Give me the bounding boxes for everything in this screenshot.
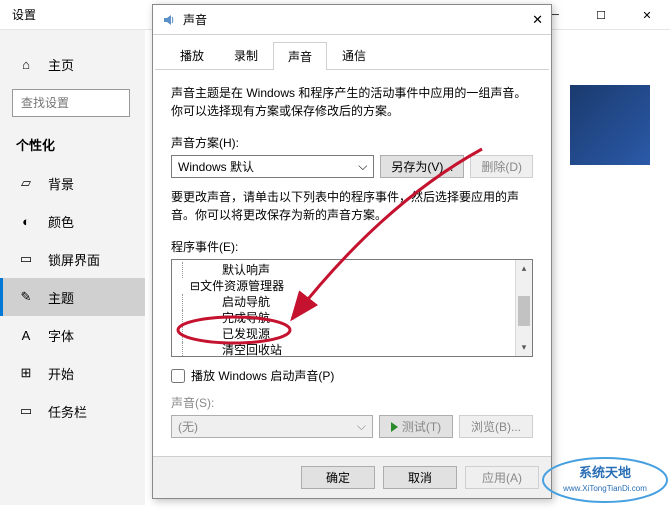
sound-value: (无) bbox=[178, 418, 198, 435]
save-as-button[interactable]: 另存为(V)... bbox=[380, 155, 464, 178]
settings-title: 设置 bbox=[12, 6, 36, 23]
tree-node-empty-recycle-bin: 清空回收站 bbox=[176, 342, 528, 357]
sidebar-item-fonts[interactable]: A 字体 bbox=[0, 316, 145, 354]
chevron-down-icon: ⌵ bbox=[357, 419, 366, 434]
startup-sound-row: 播放 Windows 启动声音(P) bbox=[171, 367, 533, 384]
sidebar-item-label: 任务栏 bbox=[48, 402, 87, 421]
tab-recording[interactable]: 录制 bbox=[219, 41, 273, 69]
sidebar-item-label: 字体 bbox=[48, 326, 74, 345]
events-label: 程序事件(E): bbox=[171, 238, 533, 255]
window-controls: ─ ☐ ✕ bbox=[532, 0, 670, 30]
sidebar-item-start[interactable]: ⊞ 开始 bbox=[0, 354, 145, 392]
sidebar-item-lockscreen[interactable]: ▭ 锁屏界面 bbox=[0, 240, 145, 278]
delete-button: 删除(D) bbox=[470, 155, 533, 178]
play-icon bbox=[391, 422, 398, 432]
sidebar-item-label: 主题 bbox=[48, 288, 74, 307]
theme-icon: ✎ bbox=[16, 289, 36, 305]
tab-playback[interactable]: 播放 bbox=[165, 41, 219, 69]
scrollbar[interactable]: ▴ ▾ bbox=[515, 260, 532, 356]
taskbar-icon: ▭ bbox=[16, 403, 36, 419]
sidebar-item-background[interactable]: ▱ 背景 bbox=[0, 164, 145, 202]
dialog-titlebar: 声音 ✕ bbox=[153, 5, 551, 35]
tab-communications[interactable]: 通信 bbox=[327, 41, 381, 69]
program-events-tree[interactable]: 默认响声 ⊟ 文件资源管理器 启动导航 完成导航 已发现源 清空回收站 移到画面… bbox=[171, 259, 533, 357]
dialog-title: 声音 bbox=[183, 11, 513, 28]
scroll-up-icon[interactable]: ▴ bbox=[516, 260, 532, 277]
scheme-description: 声音主题是在 Windows 和程序产生的活动事件中应用的一组声音。你可以选择现… bbox=[171, 84, 533, 120]
sound-dialog: 声音 ✕ 播放 录制 声音 通信 声音主题是在 Windows 和程序产生的活动… bbox=[152, 4, 552, 499]
tab-sounds[interactable]: 声音 bbox=[273, 42, 327, 70]
start-icon: ⊞ bbox=[16, 365, 36, 381]
watermark: 系统天地 www.XiTongTianDi.com bbox=[540, 455, 670, 505]
dialog-close-button[interactable]: ✕ bbox=[513, 12, 543, 28]
sidebar-search bbox=[12, 89, 133, 117]
svg-text:系统天地: 系统天地 bbox=[579, 465, 631, 480]
sidebar: ⌂ 主页 个性化 ▱ 背景 ◐ 颜色 ▭ 锁屏界面 ✎ 主题 A 字体 ⊞ bbox=[0, 30, 145, 505]
sidebar-section-label: 个性化 bbox=[0, 135, 145, 154]
palette-icon: ◐ bbox=[16, 214, 36, 229]
cancel-button[interactable]: 取消 bbox=[383, 466, 457, 489]
sound-label: 声音(S): bbox=[171, 394, 533, 411]
tree-node: 完成导航 bbox=[176, 310, 528, 326]
sidebar-item-label: 主页 bbox=[48, 55, 74, 74]
sidebar-item-label: 锁屏界面 bbox=[48, 250, 100, 269]
scheme-value: Windows 默认 bbox=[178, 158, 254, 175]
ok-button[interactable]: 确定 bbox=[301, 466, 375, 489]
tree-node: 启动导航 bbox=[176, 294, 528, 310]
events-description: 要更改声音，请单击以下列表中的程序事件，然后选择要应用的声音。你可以将更改保存为… bbox=[171, 188, 533, 224]
sidebar-item-themes[interactable]: ✎ 主题 bbox=[0, 278, 145, 316]
scheme-label: 声音方案(H): bbox=[171, 134, 533, 151]
tree-node: ⊟ 文件资源管理器 bbox=[176, 278, 528, 294]
lock-screen-icon: ▭ bbox=[16, 251, 36, 267]
tree-node: 已发现源 bbox=[176, 326, 528, 342]
picture-icon: ▱ bbox=[16, 175, 36, 191]
collapse-icon[interactable]: ⊟ bbox=[190, 278, 200, 294]
browse-button: 浏览(B)... bbox=[459, 415, 533, 438]
search-input[interactable] bbox=[12, 89, 130, 117]
sidebar-item-colors[interactable]: ◐ 颜色 bbox=[0, 202, 145, 240]
sidebar-item-home[interactable]: ⌂ 主页 bbox=[0, 45, 145, 83]
tree-node: 默认响声 bbox=[176, 262, 528, 278]
desktop-preview bbox=[570, 85, 650, 165]
home-icon: ⌂ bbox=[16, 57, 36, 72]
scroll-thumb[interactable] bbox=[518, 296, 530, 326]
scheme-select[interactable]: Windows 默认 ⌵ bbox=[171, 155, 374, 178]
speaker-icon bbox=[161, 12, 177, 28]
chevron-down-icon: ⌵ bbox=[358, 159, 367, 174]
sidebar-item-taskbar[interactable]: ▭ 任务栏 bbox=[0, 392, 145, 430]
dialog-body: 声音主题是在 Windows 和程序产生的活动事件中应用的一组声音。你可以选择现… bbox=[153, 70, 551, 446]
dialog-footer: 确定 取消 应用(A) bbox=[153, 456, 551, 498]
sidebar-item-label: 背景 bbox=[48, 174, 74, 193]
maximize-button[interactable]: ☐ bbox=[578, 0, 624, 30]
dialog-tabs: 播放 录制 声音 通信 bbox=[155, 35, 549, 70]
close-button[interactable]: ✕ bbox=[624, 0, 670, 30]
scroll-down-icon[interactable]: ▾ bbox=[516, 339, 532, 356]
sidebar-item-label: 颜色 bbox=[48, 212, 74, 231]
sidebar-item-label: 开始 bbox=[48, 364, 74, 383]
sound-select: (无) ⌵ bbox=[171, 415, 373, 438]
font-icon: A bbox=[16, 328, 36, 343]
startup-sound-label: 播放 Windows 启动声音(P) bbox=[191, 367, 334, 384]
svg-text:www.XiTongTianDi.com: www.XiTongTianDi.com bbox=[562, 484, 647, 493]
test-button: 测试(T) bbox=[379, 415, 453, 438]
startup-sound-checkbox[interactable] bbox=[171, 369, 185, 383]
apply-button: 应用(A) bbox=[465, 466, 539, 489]
